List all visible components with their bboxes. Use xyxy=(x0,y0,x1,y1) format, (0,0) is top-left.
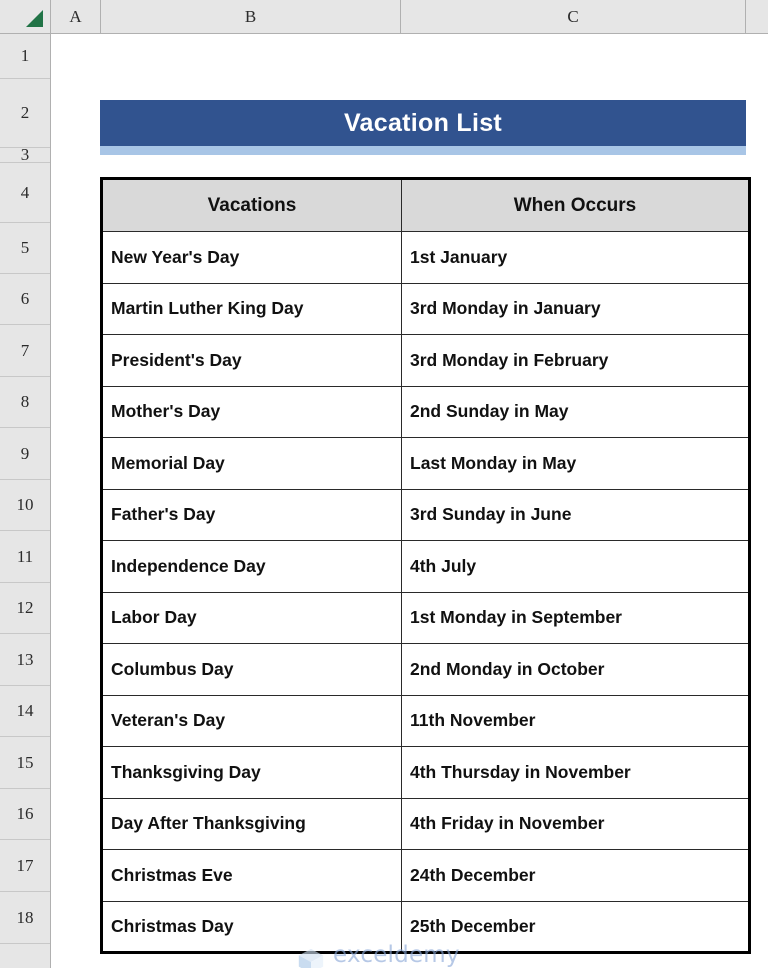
row-header-9[interactable]: 9 xyxy=(0,428,50,480)
cell-when-occurs[interactable]: 4th Thursday in November xyxy=(401,746,750,799)
row-header-12[interactable]: 12 xyxy=(0,583,50,634)
table-row[interactable]: Memorial Day Last Monday in May xyxy=(101,437,750,490)
table-row[interactable]: Independence Day 4th July xyxy=(101,540,750,593)
row-header-gutter: 1 2 3 4 5 6 7 8 9 10 11 12 13 14 15 16 17 18 xyxy=(0,34,51,968)
cell-vacation-name[interactable]: New Year's Day xyxy=(101,231,402,284)
grid-area: Vacation List Vacations When Occurs New … xyxy=(51,34,768,968)
cell-when-occurs[interactable]: 11th November xyxy=(401,694,750,747)
row-header-8[interactable]: 8 xyxy=(0,377,50,428)
row-header-5[interactable]: 5 xyxy=(0,223,50,274)
table-header-row: Vacations When Occurs xyxy=(101,178,750,232)
cell-when-occurs[interactable]: 25th December xyxy=(401,900,750,953)
table-row[interactable]: Christmas Day 25th December xyxy=(101,900,750,953)
table-row[interactable]: Labor Day 1st Monday in September xyxy=(101,591,750,644)
title-banner[interactable]: Vacation List xyxy=(100,100,746,146)
cell-vacation-name[interactable]: Mother's Day xyxy=(101,385,402,438)
column-header-c[interactable]: C xyxy=(401,0,746,33)
cell-vacation-name[interactable]: Thanksgiving Day xyxy=(101,746,402,799)
cell-vacation-name[interactable]: Columbus Day xyxy=(101,643,402,696)
table-row[interactable]: Father's Day 3rd Sunday in June xyxy=(101,488,750,541)
cell-vacation-name[interactable]: Veteran's Day xyxy=(101,694,402,747)
cell-vacation-name[interactable]: Independence Day xyxy=(101,540,402,593)
page-title: Vacation List xyxy=(343,108,503,137)
cell-vacation-name[interactable]: Day After Thanksgiving xyxy=(101,797,402,850)
select-all-triangle-icon xyxy=(26,10,43,27)
vacation-table[interactable]: Vacations When Occurs New Year's Day 1st … xyxy=(100,177,751,954)
title-underline-strip xyxy=(100,146,746,155)
cell-when-occurs[interactable]: 2nd Sunday in May xyxy=(401,385,750,438)
cell-vacation-name[interactable]: Memorial Day xyxy=(101,437,402,490)
column-header-vacations[interactable]: Vacations xyxy=(101,178,402,232)
table-row[interactable]: Martin Luther King Day 3rd Monday in Janu… xyxy=(101,282,750,335)
cell-when-occurs[interactable]: 1st Monday in September xyxy=(401,591,750,644)
column-header-strip: ABCD xyxy=(0,0,768,34)
cell-when-occurs[interactable]: Last Monday in May xyxy=(401,437,750,490)
cell-vacation-name[interactable]: Christmas Eve xyxy=(101,849,402,902)
row-header-1[interactable]: 1 xyxy=(0,34,50,79)
row-header-14[interactable]: 14 xyxy=(0,686,50,737)
row-header-18[interactable]: 18 xyxy=(0,892,50,944)
column-header-a[interactable]: A xyxy=(51,0,101,33)
table-row[interactable]: President's Day 3rd Monday in February xyxy=(101,334,750,387)
cell-when-occurs[interactable]: 4th July xyxy=(401,540,750,593)
row-header-10[interactable]: 10 xyxy=(0,480,50,531)
cell-vacation-name[interactable]: Martin Luther King Day xyxy=(101,282,402,335)
row-header-11[interactable]: 11 xyxy=(0,531,50,583)
row-header-4[interactable]: 4 xyxy=(0,163,50,223)
cell-vacation-name[interactable]: President's Day xyxy=(101,334,402,387)
cell-when-occurs[interactable]: 1st January xyxy=(401,231,750,284)
table-row[interactable]: Day After Thanksgiving 4th Friday in Nove… xyxy=(101,797,750,850)
column-header-b[interactable]: B xyxy=(101,0,401,33)
row-header-6[interactable]: 6 xyxy=(0,274,50,325)
cell-when-occurs[interactable]: 3rd Monday in January xyxy=(401,282,750,335)
cell-when-occurs[interactable]: 3rd Sunday in June xyxy=(401,488,750,541)
row-header-3[interactable]: 3 xyxy=(0,145,50,164)
select-all-button[interactable] xyxy=(0,0,51,33)
table-row[interactable]: New Year's Day 1st January xyxy=(101,231,750,284)
column-header-d[interactable]: D xyxy=(746,0,768,33)
cell-when-occurs[interactable]: 3rd Monday in February xyxy=(401,334,750,387)
row-header-13[interactable]: 13 xyxy=(0,634,50,686)
table-row[interactable]: Columbus Day 2nd Monday in October xyxy=(101,643,750,696)
row-header-2[interactable]: 2 xyxy=(0,79,50,148)
row-header-7[interactable]: 7 xyxy=(0,325,50,377)
table-row[interactable]: Christmas Eve 24th December xyxy=(101,849,750,902)
row-header-16[interactable]: 16 xyxy=(0,789,50,840)
cell-when-occurs[interactable]: 24th December xyxy=(401,849,750,902)
row-header-15[interactable]: 15 xyxy=(0,737,50,789)
table-row[interactable]: Thanksgiving Day 4th Thursday in November xyxy=(101,746,750,799)
cell-vacation-name[interactable]: Christmas Day xyxy=(101,900,402,953)
cell-when-occurs[interactable]: 4th Friday in November xyxy=(401,797,750,850)
cell-when-occurs[interactable]: 2nd Monday in October xyxy=(401,643,750,696)
row-header-17[interactable]: 17 xyxy=(0,840,50,892)
column-header-when-occurs[interactable]: When Occurs xyxy=(401,178,750,232)
table-row[interactable]: Mother's Day 2nd Sunday in May xyxy=(101,385,750,438)
spreadsheet-sheet: ABCD 123456789101112131415161718 Vacatio… xyxy=(0,0,768,968)
cell-vacation-name[interactable]: Father's Day xyxy=(101,488,402,541)
table-row[interactable]: Veteran's Day 11th November xyxy=(101,694,750,747)
cell-vacation-name[interactable]: Labor Day xyxy=(101,591,402,644)
